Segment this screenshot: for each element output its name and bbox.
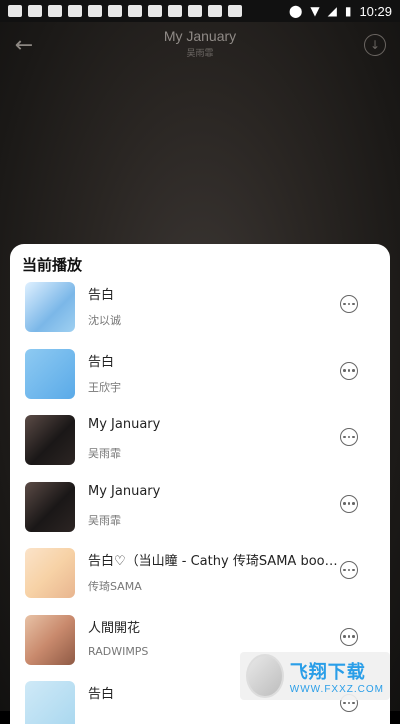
song-artist: 王欣宇 xyxy=(88,380,121,394)
album-cover xyxy=(25,481,75,532)
more-options-icon[interactable] xyxy=(340,361,358,380)
queue-item[interactable]: My January 吴雨霏 xyxy=(10,478,390,545)
app-icon xyxy=(28,5,42,17)
song-title: My January xyxy=(88,417,161,432)
song-title: 告白 xyxy=(88,288,115,303)
watermark-text: 飞翔下载 xyxy=(289,661,366,683)
player-header: ← My January 吴雨霏 ↓ xyxy=(0,22,400,70)
site-watermark: 飞翔下载 WWW.FXXZ.COM xyxy=(240,652,390,700)
notification-icons xyxy=(8,5,242,17)
queue-item[interactable]: 告白 沈以诚 xyxy=(10,278,390,345)
app-icon xyxy=(8,5,22,17)
app-icon xyxy=(148,5,162,17)
album-cover xyxy=(25,681,75,724)
song-artist: 吴雨霏 xyxy=(88,513,121,527)
album-cover xyxy=(25,282,75,332)
wifi-icon: ▼ xyxy=(310,4,320,18)
song-title: 告白 xyxy=(88,354,115,370)
song-title: 人間開花 xyxy=(88,620,141,636)
more-options-icon[interactable] xyxy=(340,627,358,646)
song-artist: 沈以诚 xyxy=(88,314,121,327)
more-options-icon[interactable] xyxy=(340,428,358,446)
queue-item[interactable]: 告白 王欣宇 xyxy=(10,345,390,412)
location-icon: ⬤ xyxy=(288,4,303,18)
watermark-url: WWW.FXXZ.COM xyxy=(289,683,384,695)
track-title: My January xyxy=(163,28,237,44)
album-cover xyxy=(25,614,75,665)
song-title: 告白♡（当山瞳 - Cathy 传琦SAMA bootle... xyxy=(88,554,340,569)
sheet-title: 当前播放 xyxy=(22,256,83,274)
song-title: My January xyxy=(88,483,161,499)
app-icon xyxy=(208,5,222,17)
back-arrow-icon[interactable]: ← xyxy=(12,34,36,58)
album-cover xyxy=(25,415,75,465)
more-options-icon[interactable] xyxy=(340,494,358,513)
song-artist: 传琦SAMA xyxy=(88,580,142,593)
status-bar: ⬤ ▼ ◢ ▮ 10:29 xyxy=(0,0,400,22)
clock: 10:29 xyxy=(359,3,392,19)
app-icon xyxy=(68,5,82,17)
app-icon xyxy=(128,5,142,17)
app-icon xyxy=(168,5,182,17)
song-artist: 吴雨霏 xyxy=(88,447,121,460)
download-icon[interactable]: ↓ xyxy=(364,34,386,56)
album-cover xyxy=(25,548,75,598)
app-icon xyxy=(48,5,62,17)
battery-icon: ▮ xyxy=(344,4,352,18)
watermark-logo-icon xyxy=(246,654,284,698)
app-icon xyxy=(188,5,202,17)
album-cover xyxy=(25,348,75,399)
more-options-icon[interactable] xyxy=(340,295,358,313)
more-options-icon[interactable] xyxy=(340,561,358,579)
queue-item[interactable]: My January 吴雨霏 xyxy=(10,411,390,478)
queue-item[interactable]: 告白♡（当山瞳 - Cathy 传琦SAMA bootle... 传琦SAMA xyxy=(10,544,390,611)
app-icon xyxy=(88,5,102,17)
song-artist: RADWIMPS xyxy=(88,644,149,658)
track-artist: 吴雨霏 xyxy=(186,49,214,59)
app-icon xyxy=(108,5,122,17)
app-icon xyxy=(228,5,242,17)
signal-icon: ◢ xyxy=(327,4,337,18)
